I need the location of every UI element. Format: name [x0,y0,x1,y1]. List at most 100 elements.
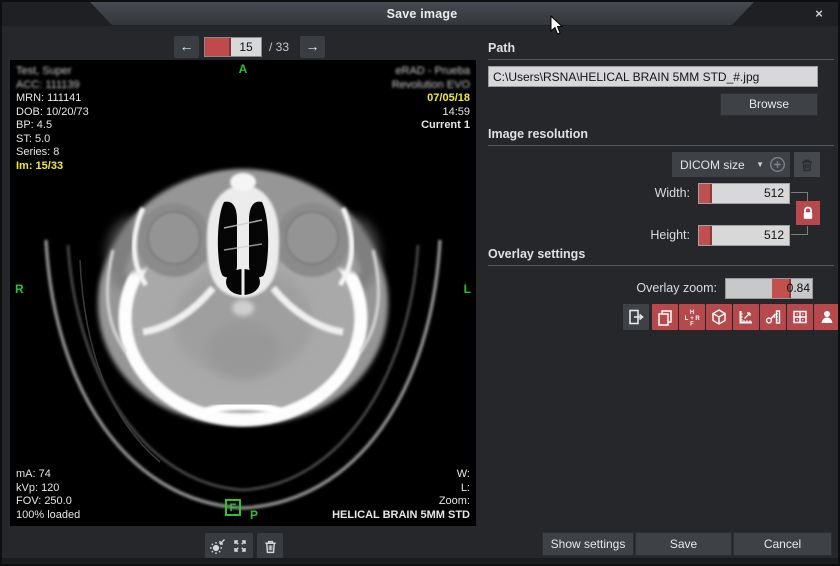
flip-marker: F [225,499,241,516]
overlay-zoom-slider[interactable]: 0.84 [725,278,813,299]
toggle-orientation-markers-button[interactable]: HLRF+ [679,304,705,330]
overlay-section-title: Overlay settings [488,247,585,261]
window-label: W: [332,468,470,482]
ct-image-viewport[interactable]: Test, Super ACC: 111139 MRN: 111141 DOB:… [10,60,476,526]
ma-value: mA: 74 [16,468,80,482]
toggle-scale-ruler-button[interactable] [733,304,759,330]
patient-name: Test, Super [16,65,89,79]
resolution-section-title: Image resolution [488,127,588,141]
loaded-status: 100% loaded [16,509,80,523]
orientation-marker-right: R [15,282,24,296]
previous-image-button[interactable]: ← [174,36,199,58]
toggle-export-overlays-button[interactable] [623,304,649,330]
orientation-letters-icon: HLRF+ [683,308,701,326]
show-settings-button[interactable]: Show settings [542,532,634,556]
overlay-zoom-value: 0.84 [787,281,810,295]
cube-3d-icon [710,308,728,326]
aspect-ratio-lock-button[interactable] [796,201,820,225]
mouse-cursor [550,15,564,36]
accession-number: ACC: 111139 [16,79,89,93]
height-spinner[interactable]: 512 [698,225,790,246]
orientation-marker-posterior: P [250,508,258,522]
overlay-patient-info: Test, Super ACC: 111139 MRN: 111141 DOB:… [16,65,89,173]
svg-text:L: L [685,316,689,322]
trash-icon [799,157,815,173]
scale-ruler-icon [737,308,755,326]
dialog-title: Save image [387,7,458,21]
stacked-frames-icon [656,308,674,326]
browse-button[interactable]: Browse [720,93,818,116]
height-drag-area[interactable] [699,226,712,245]
height-label: Height: [602,228,690,242]
add-preset-icon[interactable] [769,156,786,173]
footer-strip [2,558,838,566]
overlay-study-info: eRAD - Prueba Revolution EVO 07/05/18 14… [392,65,470,133]
save-button[interactable]: Save [635,532,732,556]
orientation-marker-left: L [464,282,471,296]
path-divider [488,59,834,60]
auto-window-icon [209,537,227,555]
width-value[interactable]: 512 [712,184,789,203]
image-number-spinner[interactable]: 15 [204,37,262,57]
title-trapezoid: Save image [90,2,754,25]
save-image-dialog: Save image × ← 15 / 33 → [0,0,840,566]
study-time: 14:59 [392,106,470,120]
width-drag-area[interactable] [699,184,712,203]
aspect-link-line-bottom [791,226,808,235]
svg-text:F: F [690,322,694,327]
chevron-down-icon: ▼ [756,160,764,169]
preset-selected-value: DICOM size [680,158,756,172]
next-image-button[interactable]: → [300,36,325,58]
grid-window-icon [791,308,809,326]
mrn: MRN: 111141 [16,92,89,106]
level-label: L: [332,482,470,496]
bp-value: BP: 4.5 [16,119,89,133]
series-description: HELICAL BRAIN 5MM STD [332,509,470,523]
svg-text:+: + [690,316,694,322]
height-value[interactable]: 512 [712,226,789,245]
overlay-window-info: W: L: Zoom: HELICAL BRAIN 5MM STD [332,468,470,522]
save-path-input[interactable] [488,66,818,87]
kvp-value: kVp: 120 [16,482,80,496]
slice-thickness: ST: 5.0 [16,133,89,147]
image-total-label: / 33 [269,40,289,54]
toggle-windowing-info-button[interactable] [760,304,786,330]
toggle-grid-overlay-button[interactable] [787,304,813,330]
key-ruler-icon [764,308,782,326]
overlay-divider [488,265,834,266]
arrow-left-icon: ← [180,38,194,54]
overlay-zoom-label: Overlay zoom: [562,281,717,295]
trash-icon [262,538,279,555]
overlay-toggle-buttons: HLRF+ [623,304,840,330]
close-icon[interactable]: × [810,5,828,23]
arrow-right-icon: → [306,38,320,54]
door-export-icon [627,308,645,326]
resolution-preset-dropdown[interactable]: DICOM size ▼ [672,152,790,177]
institution-name: eRAD - Prueba [392,65,470,79]
delete-image-button[interactable] [257,533,283,559]
study-date: 07/05/18 [392,92,470,106]
toggle-3d-cube-button[interactable] [706,304,732,330]
overlay-technique-info: mA: 74 kVp: 120 FOV: 250.0 100% loaded [16,468,80,522]
lock-icon [799,204,817,222]
cancel-button[interactable]: Cancel [733,532,832,556]
image-number: Im: 15/33 [16,160,89,174]
scanner-model: Revolution EVO [392,79,470,93]
resolution-divider [488,145,834,146]
spinner-drag-area[interactable] [205,38,231,56]
toggle-frames-overlay-button[interactable] [652,304,678,330]
toggle-patient-info-button[interactable] [814,304,840,330]
fov-value: FOV: 250.0 [16,495,80,509]
adjust-fit-button[interactable] [205,533,253,559]
current-label: Current 1 [392,119,470,133]
delete-preset-button[interactable] [794,152,820,177]
image-number-value[interactable]: 15 [231,38,261,56]
width-spinner[interactable]: 512 [698,183,790,204]
fit-to-window-icon [231,537,249,555]
path-section-title: Path [488,41,515,55]
patient-silhouette-icon [818,308,836,326]
dob: DOB: 10/20/73 [16,106,89,120]
series-number: Series: 8 [16,146,89,160]
title-bar: Save image × [2,2,838,26]
zoom-label: Zoom: [332,495,470,509]
